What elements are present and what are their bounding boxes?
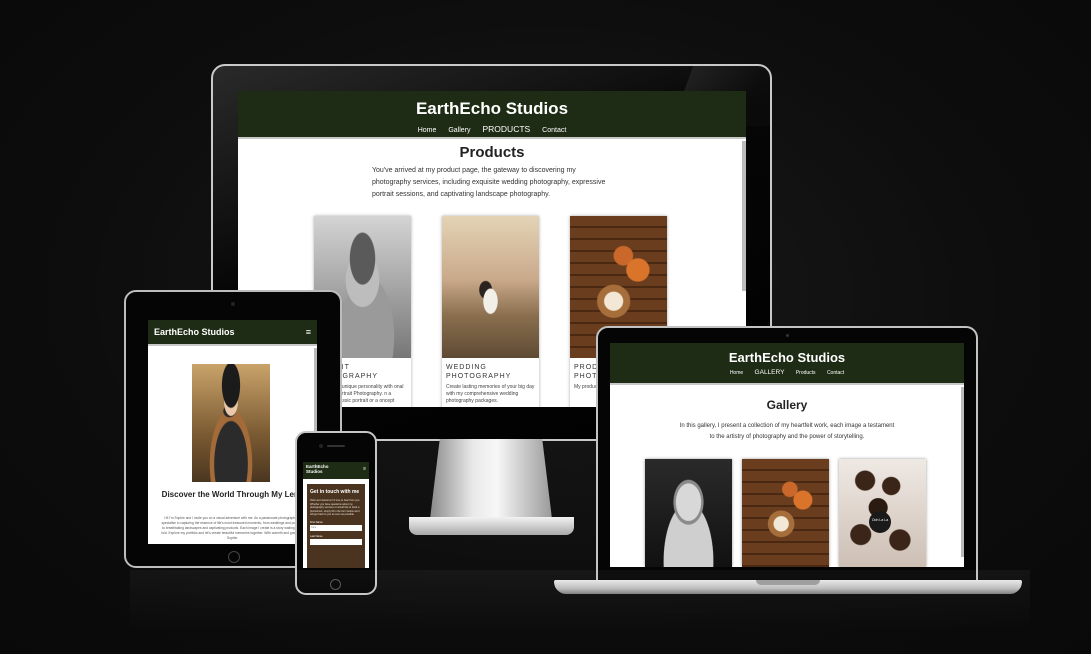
nav-home[interactable]: Home [418, 127, 437, 134]
monitor-stand-base [409, 517, 574, 535]
site-header: EarthEcho Studios ≡ [148, 320, 317, 346]
laptop-camera [786, 334, 789, 337]
card-description: ur unique personality with onal Portrait… [336, 384, 404, 404]
site-header: EarthEcho Studios ≡ [303, 462, 369, 479]
nav-contact[interactable]: Contact [542, 127, 566, 134]
mockup-stage: EarthEcho Studios Home Gallery PRODUCTS … [0, 0, 1091, 654]
page-intro: In this gallery, I present a collection … [679, 423, 895, 440]
hero-paragraph: Hi! I'm Sophie and I invite you on a vis… [161, 516, 304, 540]
nav-contact[interactable]: Contact [827, 370, 844, 376]
site-title[interactable]: EarthEcho Studios [306, 464, 340, 474]
phone-camera [319, 444, 323, 448]
site-title[interactable]: EarthEcho Studios [610, 350, 964, 365]
phone-speaker [327, 445, 345, 447]
gallery-photo-coffee[interactable] [742, 459, 829, 567]
product-card-wedding[interactable]: WEDDING PHOTOGRAPHY Create lasting memor… [442, 216, 539, 407]
card-caption: WEDDING PHOTOGRAPHY [446, 364, 512, 380]
hero-photo [192, 364, 270, 482]
menu-icon[interactable]: ≡ [306, 327, 311, 337]
site-title[interactable]: EarthEcho Studios [154, 327, 235, 337]
tablet-camera [231, 302, 235, 306]
tablet-screen: EarthEcho Studios ≡ Discover the World T… [148, 320, 317, 544]
nav-home[interactable]: Home [730, 370, 743, 376]
menu-icon[interactable]: ≡ [363, 466, 366, 472]
hero-heading: Discover the World Through My Lens [161, 490, 304, 499]
form-intro: Hello and welcome! I'd love to hear from… [310, 499, 360, 517]
contact-form: Get in touch with me Hello and welcome! … [307, 484, 365, 568]
nav-gallery[interactable]: GALLERY [755, 369, 785, 376]
scrollbar[interactable] [742, 141, 746, 291]
page-intro: You've arrived at my product page, the g… [372, 167, 606, 198]
nav-products[interactable]: Products [796, 370, 816, 376]
nav-gallery[interactable]: Gallery [448, 127, 470, 134]
cupcake-badge: Ooh La La [869, 511, 891, 533]
scrollbar[interactable] [961, 387, 964, 557]
site-title[interactable]: EarthEcho Studios [238, 99, 746, 119]
phone-screen: EarthEcho Studios ≡ Get in touch with me… [303, 462, 369, 568]
gallery-photo-cupcakes[interactable]: Ooh La La [839, 459, 926, 567]
home-button [228, 551, 240, 563]
first-name-field[interactable]: Jane [310, 524, 362, 531]
wedding-photo [442, 216, 539, 358]
site-header: EarthEcho Studios Home Gallery PRODUCTS … [238, 91, 746, 139]
last-name-label: Last Name [310, 534, 323, 538]
monitor-stand [430, 439, 552, 519]
laptop: EarthEcho Studios Home GALLERY Products … [596, 326, 978, 582]
site-header: EarthEcho Studios Home GALLERY Products … [610, 343, 964, 385]
gallery-photo-portrait[interactable] [645, 459, 732, 567]
first-name-label: First Name [310, 520, 323, 524]
card-description: Create lasting memories of your big day … [446, 384, 535, 404]
card-caption: AIT OGRAPHY [336, 364, 379, 380]
nav-products[interactable]: PRODUCTS [483, 124, 531, 134]
laptop-screen: EarthEcho Studios Home GALLERY Products … [610, 343, 964, 567]
floor-reflection [130, 570, 1030, 630]
last-name-field[interactable] [310, 538, 362, 545]
page-title: Products [459, 144, 525, 161]
page-title: Gallery [766, 398, 808, 412]
site-nav: Home GALLERY Products Contact [610, 369, 964, 376]
form-title: Get in touch with me [310, 489, 360, 495]
site-nav: Home Gallery PRODUCTS Contact [238, 124, 746, 134]
